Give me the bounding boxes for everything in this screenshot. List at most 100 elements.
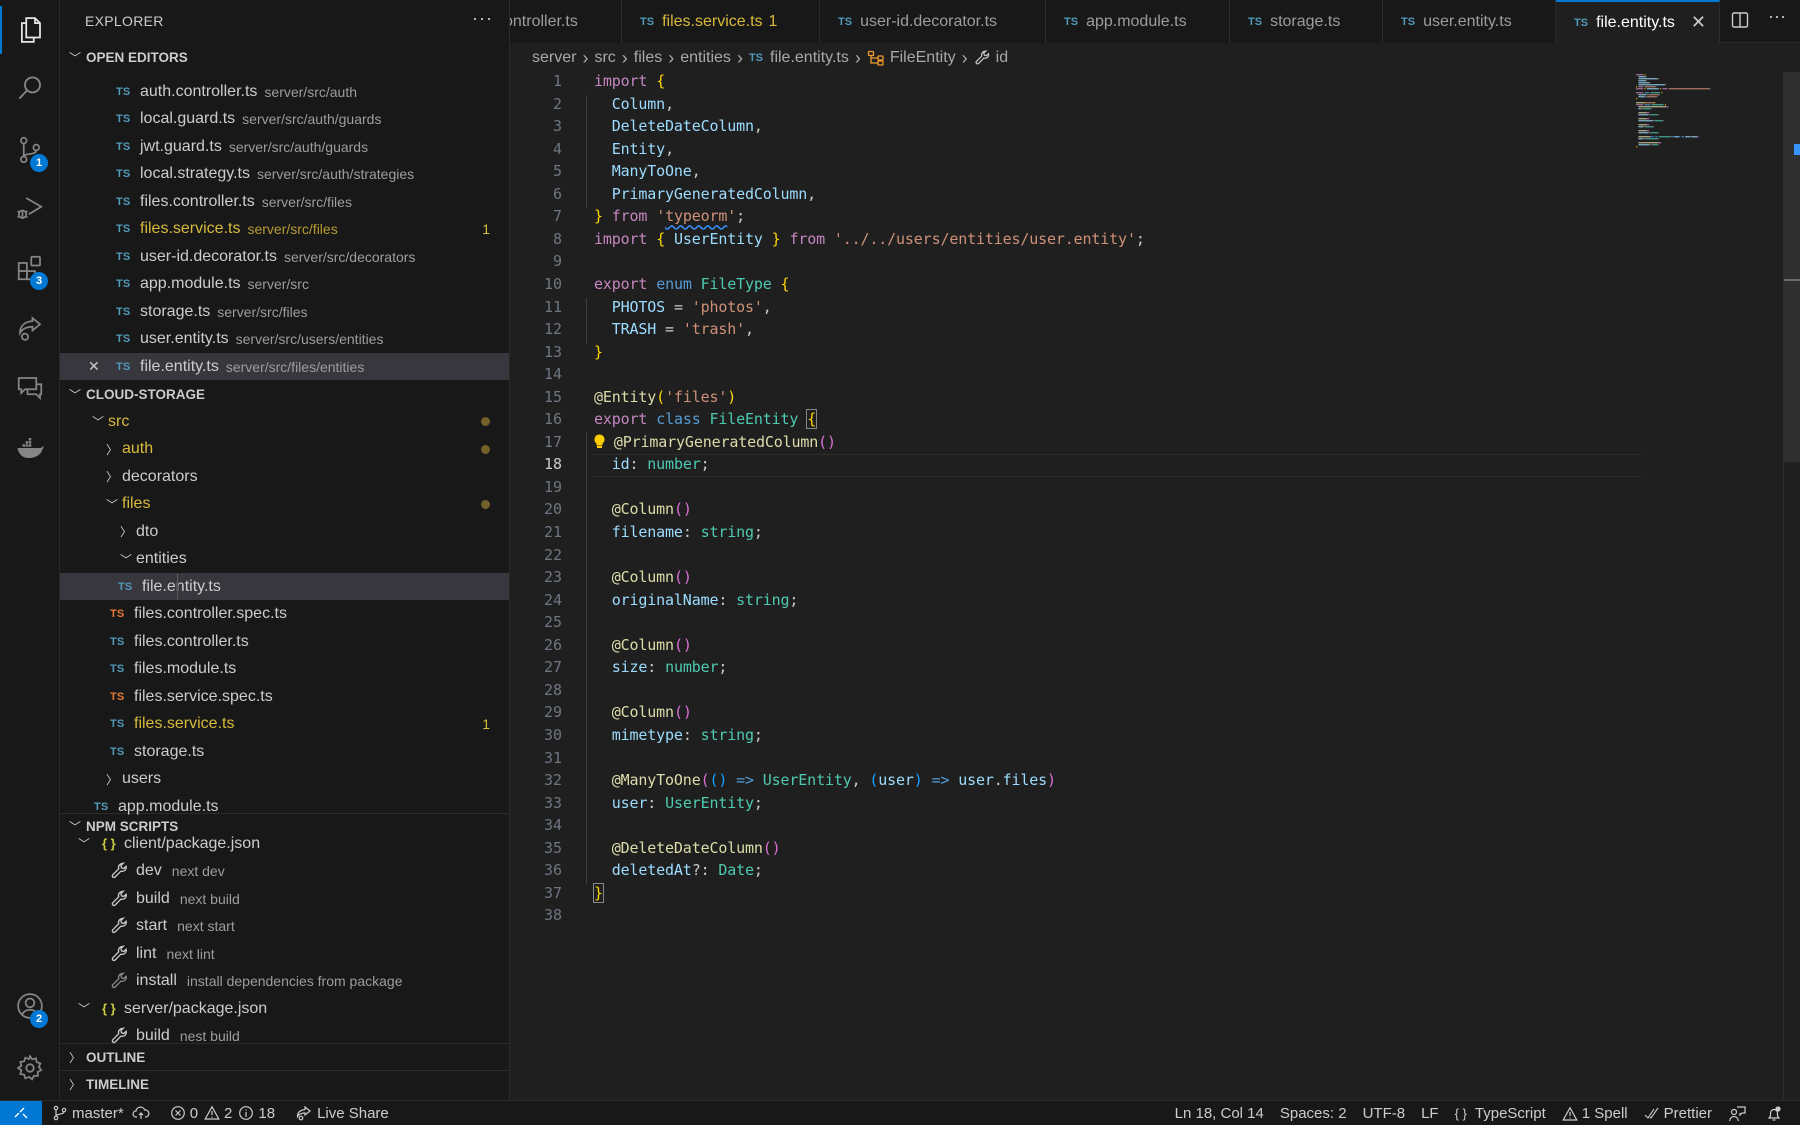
live-share-status[interactable]: Live Share xyxy=(287,1105,397,1122)
code-line[interactable]: user: UserEntity; xyxy=(594,794,763,812)
npm-script[interactable]: install install dependencies from package xyxy=(60,968,509,995)
code-line[interactable]: PrimaryGeneratedColumn, xyxy=(594,185,816,203)
more-actions-icon[interactable]: ··· xyxy=(472,8,493,29)
breadcrumb-file[interactable]: file.entity.ts xyxy=(770,49,849,67)
tree-folder[interactable]: 〉 auth xyxy=(60,436,509,463)
npm-script[interactable]: build nest build xyxy=(60,1023,509,1050)
code-line[interactable]: size: number; xyxy=(594,658,728,676)
tab-storage-ts[interactable]: TS storage.ts xyxy=(1230,0,1383,43)
tree-folder[interactable]: ﹀ files xyxy=(60,491,509,518)
timeline-header[interactable]: 〉 TIMELINE xyxy=(60,1071,509,1097)
project-header[interactable]: ﹀ CLOUD-STORAGE xyxy=(60,381,509,407)
code-line[interactable]: ManyToOne, xyxy=(594,162,701,180)
code-line[interactable]: @Column() xyxy=(594,568,692,586)
code-line[interactable]: @Column() xyxy=(594,703,692,721)
tab-ontroller-ts[interactable]: ontroller.ts xyxy=(510,0,622,43)
npm-script[interactable]: start next start xyxy=(60,913,509,940)
accounts-button[interactable]: 2 xyxy=(0,978,60,1034)
open-editor-item[interactable]: TS jwt.guard.ts server/src/auth/guards xyxy=(60,133,509,160)
breadcrumb-member[interactable]: id xyxy=(996,49,1008,67)
tree-file[interactable]: TS files.service.spec.ts xyxy=(60,683,509,710)
code-line[interactable]: Entity, xyxy=(594,140,674,158)
npm-script[interactable]: lint next lint xyxy=(60,940,509,967)
end-of-line[interactable]: LF xyxy=(1413,1105,1447,1122)
code-line[interactable]: } from 'typeorm'; xyxy=(594,207,745,225)
code-line[interactable]: mimetype: string; xyxy=(594,726,763,744)
tree-folder[interactable]: 〉 dto xyxy=(60,518,509,545)
code-line[interactable]: } xyxy=(594,343,603,361)
code-line[interactable]: import { xyxy=(594,72,665,90)
problems-indicator[interactable]: 0 2 18 xyxy=(162,1105,283,1122)
code-line[interactable]: @DeleteDateColumn() xyxy=(594,839,781,857)
comments-button[interactable] xyxy=(0,360,60,416)
code-line[interactable]: export class FileEntity { xyxy=(594,409,818,430)
tree-file[interactable]: TS storage.ts xyxy=(60,738,509,765)
open-editors-header[interactable]: ﹀ OPEN EDITORS xyxy=(60,44,509,70)
open-editor-item[interactable]: TS local.strategy.ts server/src/auth/strat… xyxy=(60,161,509,188)
code-line[interactable]: export enum FileType { xyxy=(594,275,790,293)
split-editor-icon[interactable] xyxy=(1730,10,1750,35)
code-content[interactable]: import { Column, DeleteDateColumn, Entit… xyxy=(510,72,1642,1072)
source-control-button[interactable]: 1 xyxy=(0,122,60,178)
code-line[interactable]: deletedAt?: Date; xyxy=(594,861,763,879)
tree-file[interactable]: TS files.controller.ts xyxy=(60,628,509,655)
tree-folder[interactable]: 〉 users xyxy=(60,766,509,793)
breadcrumb-files[interactable]: files xyxy=(634,49,662,67)
tree-folder[interactable]: ﹀ entities xyxy=(60,546,509,573)
breadcrumb-class[interactable]: FileEntity xyxy=(890,49,956,67)
npm-script[interactable]: dev next dev xyxy=(60,858,509,885)
feedback-button[interactable] xyxy=(1720,1105,1758,1122)
more-actions-icon[interactable]: ··· xyxy=(1768,6,1786,27)
tab-files-service-ts[interactable]: TS files.service.ts 1 xyxy=(622,0,820,43)
open-editor-item[interactable]: TS storage.ts server/src/files xyxy=(60,298,509,325)
code-line[interactable]: @Column() xyxy=(594,500,692,518)
minimap[interactable] xyxy=(1636,72,1726,162)
cursor-position[interactable]: Ln 18, Col 14 xyxy=(1167,1105,1272,1122)
run-debug-button[interactable] xyxy=(0,180,60,236)
search-button[interactable] xyxy=(0,60,60,116)
indentation[interactable]: Spaces: 2 xyxy=(1272,1105,1355,1122)
prettier[interactable]: Prettier xyxy=(1636,1105,1720,1122)
remote-indicator[interactable] xyxy=(0,1100,42,1125)
open-editor-item[interactable]: TS app.module.ts server/src xyxy=(60,271,509,298)
breadcrumb-src[interactable]: src xyxy=(594,49,615,67)
close-icon[interactable]: ✕ xyxy=(1691,12,1706,33)
spell-check[interactable]: 1 Spell xyxy=(1554,1105,1636,1122)
tab-user-id-decorator-ts[interactable]: TS user-id.decorator.ts xyxy=(820,0,1046,43)
code-line[interactable]: originalName: string; xyxy=(594,591,799,609)
tree-file[interactable]: TS files.module.ts xyxy=(60,656,509,683)
language-mode[interactable]: { } TypeScript xyxy=(1447,1105,1554,1122)
explorer-button[interactable] xyxy=(0,2,60,58)
tree-file[interactable]: TS files.controller.spec.ts xyxy=(60,601,509,628)
docker-button[interactable] xyxy=(0,420,60,476)
code-line[interactable]: } xyxy=(593,882,604,903)
code-line[interactable]: TRASH = 'trash', xyxy=(594,320,754,338)
npm-package[interactable]: ﹀ { } client/package.json xyxy=(60,830,509,857)
open-editor-item[interactable]: TS auth.controller.ts server/src/auth xyxy=(60,78,509,105)
tab-user-entity-ts[interactable]: TS user.entity.ts xyxy=(1383,0,1556,43)
open-editor-item[interactable]: TS user.entity.ts server/src/users/entitie… xyxy=(60,326,509,353)
open-editor-item[interactable]: TS files.controller.ts server/src/files xyxy=(60,188,509,215)
notifications-button[interactable] xyxy=(1758,1105,1800,1122)
code-editor[interactable]: 1 2 3 4 5 6 7 8 9 10 11 12 13 14 15 16 17 18 19 20 21 22 23 24 2… xyxy=(510,72,1800,1100)
lightbulb-icon[interactable] xyxy=(594,434,605,449)
open-editor-item[interactable]: TS user-id.decorator.ts server/src/decorat… xyxy=(60,243,509,270)
npm-package[interactable]: ﹀ { } server/package.json xyxy=(60,995,509,1022)
code-line[interactable]: id: number; xyxy=(594,455,710,473)
tree-folder[interactable]: ﹀ src xyxy=(60,408,509,435)
code-line[interactable]: import { UserEntity } from '../../users/… xyxy=(594,230,1145,248)
tree-folder[interactable]: 〉 decorators xyxy=(60,463,509,490)
npm-script[interactable]: build next build xyxy=(60,885,509,912)
open-editor-item[interactable]: TS files.service.ts server/src/files 1 xyxy=(60,216,509,243)
tree-file[interactable]: TS file.entity.ts xyxy=(60,573,509,600)
extensions-button[interactable]: 3 xyxy=(0,240,60,296)
tab-file-entity-ts[interactable]: TS file.entity.ts ✕ xyxy=(1556,0,1720,43)
code-line[interactable]: @Entity('files') xyxy=(594,388,736,406)
code-line[interactable]: @PrimaryGeneratedColumn() xyxy=(594,433,836,451)
breadcrumb-server[interactable]: server xyxy=(532,49,576,67)
breadcrumb-entities[interactable]: entities xyxy=(680,49,731,67)
code-line[interactable]: DeleteDateColumn, xyxy=(594,117,763,135)
code-line[interactable]: @Column() xyxy=(594,636,692,654)
scrollbar-thumb[interactable] xyxy=(1784,72,1800,462)
code-line[interactable]: @ManyToOne(() => UserEntity, (user) => u… xyxy=(594,771,1056,789)
